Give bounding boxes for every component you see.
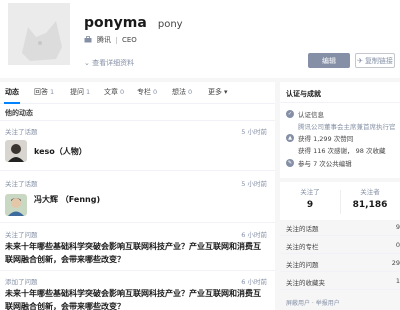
achievement-item: 腾讯公司董事会主席兼首席执行官	[298, 123, 396, 131]
tab-articles[interactable]: 文章 0	[104, 87, 124, 97]
divider	[280, 102, 400, 103]
topic-avatar[interactable]	[5, 140, 27, 162]
profile-name: ponyma	[84, 15, 147, 31]
divider	[280, 235, 400, 236]
activity-panel: 动态 回答 1 提问 1 文章 0 专栏 0 想法 0 更多 ▾ 他的动态 关注了话题 5 …	[0, 82, 275, 310]
side-list-item[interactable]: 关注的话题 9	[286, 223, 400, 233]
briefcase-icon	[84, 35, 92, 45]
position: CEO	[122, 36, 137, 44]
achievement-item: 获得 116 次感谢， 98 次收藏	[298, 147, 386, 155]
tab-activity[interactable]: 动态	[5, 87, 19, 97]
company: 腾讯	[97, 36, 111, 44]
active-tab-indicator	[4, 102, 20, 104]
feed-kind: 关注了话题	[5, 128, 38, 136]
achievements-card: 认证与成就 ✓ 认证信息 腾讯公司董事会主席兼首席执行官 ▲ 获得 1,299 …	[280, 82, 400, 178]
feed-time: 5 小时前	[241, 180, 267, 188]
edit-profile-button[interactable]: 编辑	[308, 53, 350, 68]
side-list-item[interactable]: 关注的专栏 0	[286, 241, 400, 251]
tab-questions[interactable]: 提问 1	[70, 87, 90, 97]
tab-answers[interactable]: 回答 1	[34, 87, 54, 97]
divider	[0, 170, 275, 171]
divider	[116, 36, 117, 44]
employment-line: 腾讯 CEO	[84, 35, 137, 45]
feed-kind: 关注了话题	[5, 180, 38, 188]
achievement-item: ✎ 参与 7 次公共编辑	[286, 159, 352, 168]
feed-title: 他的动态	[5, 109, 33, 117]
followers-stat[interactable]: 关注者 81,186	[340, 186, 400, 210]
share-button[interactable]: ✈ 复制链接	[355, 53, 395, 68]
tab-more[interactable]: 更多 ▾	[208, 87, 228, 97]
divider	[280, 289, 400, 290]
following-stat[interactable]: 关注了 9	[280, 186, 340, 210]
profile-headline: pony	[157, 19, 183, 30]
tab-columns[interactable]: 专栏 0	[137, 87, 157, 97]
achievements-title: 认证与成就	[286, 90, 321, 98]
name-line: ponyma pony	[84, 12, 183, 31]
follow-stats-card: 关注了 9 关注者 81,186	[280, 182, 400, 220]
topic-name[interactable]: 冯大辉 （Fenng)	[34, 194, 100, 205]
question-title[interactable]: 未来十年哪些基础科学突破会影响互联网科技产业？产业互联网和消费互联网融合创新，会…	[5, 287, 267, 310]
verified-icon: ✓	[286, 110, 294, 118]
divider	[0, 222, 275, 223]
topic-name[interactable]: keso（人物）	[34, 146, 87, 157]
thumbs-up-icon: ▲	[286, 134, 294, 142]
chevron-down-icon: ⌄	[84, 59, 90, 67]
side-list-item[interactable]: 关注的问题 29	[286, 259, 400, 269]
profile-tabs: 动态 回答 1 提问 1 文章 0 专栏 0 想法 0 更多 ▾	[0, 82, 275, 104]
achievement-item: ✓ 认证信息	[286, 110, 324, 119]
avatar[interactable]	[5, 0, 73, 68]
question-title[interactable]: 未来十年哪些基础科学突破会影响互联网科技产业？产业互联网和消费互联网融合创新，会…	[5, 240, 267, 266]
chevron-down-icon: ▾	[224, 88, 228, 96]
topic-avatar[interactable]	[5, 194, 27, 216]
feed-time: 6 小时前	[241, 231, 267, 239]
feed-kind: 关注了问题	[5, 231, 38, 239]
divider	[280, 253, 400, 254]
footer-links[interactable]: 屏蔽用户 · 举报用户	[286, 298, 340, 307]
edit-icon: ✎	[286, 159, 294, 167]
more-info-link[interactable]: ⌄ 查看详细资料	[84, 58, 134, 68]
share-icon: ✈	[357, 56, 363, 65]
feed-kind: 添加了问题	[5, 278, 38, 286]
divider	[0, 270, 275, 271]
side-list-item[interactable]: 关注的收藏夹 1	[286, 277, 400, 287]
divider	[0, 120, 275, 121]
profile-header: ponyma pony 腾讯 CEO ⌄ 查看详细资料 编辑 ✈ 复制链接	[0, 0, 400, 78]
tab-thoughts[interactable]: 想法 0	[172, 87, 192, 97]
feed-time: 6 小时前	[241, 278, 267, 286]
divider	[280, 271, 400, 272]
achievement-item: ▲ 获得 1,299 次赞同	[286, 133, 353, 143]
feed-time: 5 小时前	[241, 128, 267, 136]
side-list: 关注的话题 9 关注的专栏 0 关注的问题 29 关注的收藏夹 1 屏蔽用户 · 举报用…	[280, 223, 400, 310]
